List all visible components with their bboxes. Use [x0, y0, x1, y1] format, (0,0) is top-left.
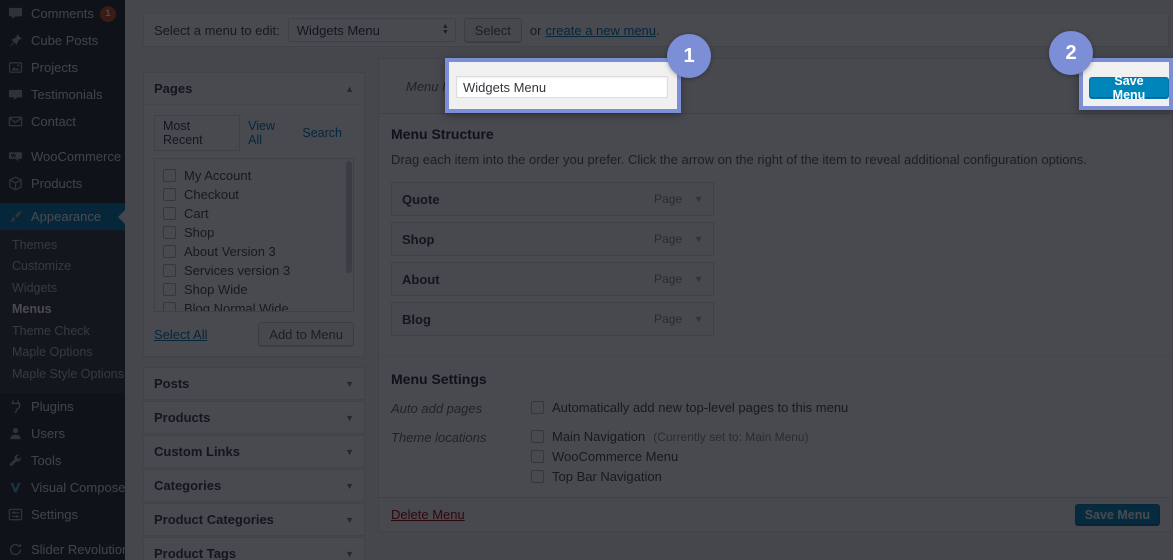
save-menu-highlight: Save Menu [1079, 58, 1173, 110]
wordpress-menus-screen: Comments 1 Cube Posts Projects Testimoni… [0, 0, 1173, 560]
annotation-step-2: 2 [1049, 31, 1093, 75]
menu-name-highlight [445, 58, 681, 113]
annotation-step-1: 1 [667, 34, 711, 78]
menu-name-input[interactable] [456, 76, 668, 98]
save-menu-button-top[interactable]: Save Menu [1089, 74, 1169, 102]
